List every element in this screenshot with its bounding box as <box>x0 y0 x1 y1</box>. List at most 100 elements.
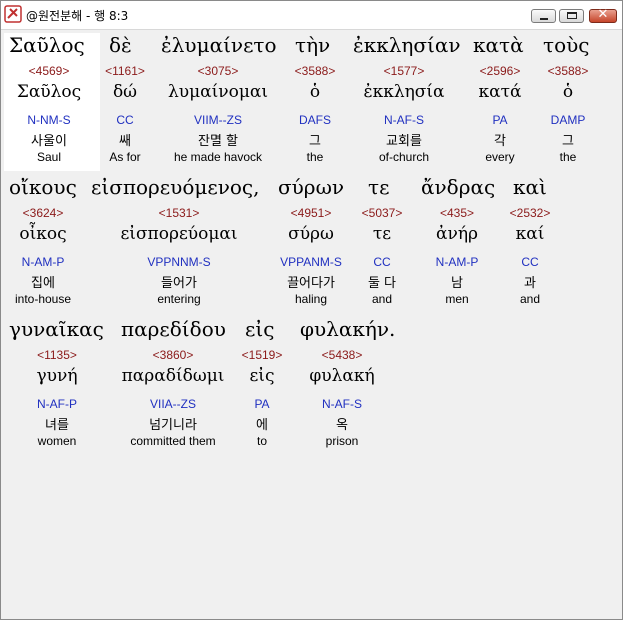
korean-gloss: 교회를 <box>386 134 422 149</box>
korean-gloss: 에 <box>256 418 268 433</box>
strong-number[interactable]: <2532> <box>510 206 551 220</box>
minimize-icon <box>540 18 548 20</box>
lemma: ἀνήρ <box>436 224 478 244</box>
interlinear-panel: Σαῦλος <4569> Σαῦλος N-NM-S 사울이 Saul δὲ … <box>3 31 618 617</box>
greek-word: κατὰ <box>473 33 524 57</box>
parsing-code[interactable]: N-AF-S <box>384 113 424 127</box>
english-gloss: the <box>559 150 577 164</box>
english-gloss: into-house <box>14 292 72 306</box>
korean-gloss: 과 <box>524 276 536 291</box>
korean-gloss: 각 <box>494 134 506 149</box>
english-gloss: the <box>306 150 324 164</box>
parsing-code[interactable]: VPPNNM-S <box>147 255 210 269</box>
greek-word: εἰς <box>245 317 275 341</box>
parsing-code[interactable]: CC <box>521 255 538 269</box>
parsing-code[interactable]: N-NM-S <box>27 113 70 127</box>
greek-word: δὲ <box>109 33 132 57</box>
app-icon <box>4 5 22 23</box>
lemma: ὁ <box>309 82 321 102</box>
lemma: σύρω <box>288 224 334 244</box>
greek-word: τοὺς <box>543 33 590 57</box>
app-window: @원전분해 - 행 8:3 ✕ Σαῦλος <4569> Σαῦλος N-N… <box>0 0 623 620</box>
greek-word: οἴκους <box>9 175 77 199</box>
english-gloss: entering <box>157 292 201 306</box>
strong-number[interactable]: <1519> <box>242 348 283 362</box>
parsing-code[interactable]: VIIM--ZS <box>194 113 242 127</box>
minimize-button[interactable] <box>531 9 556 23</box>
strong-number[interactable]: <1135> <box>37 348 77 362</box>
lemma: λυμαίνομαι <box>167 82 269 102</box>
parsing-code[interactable]: DAFS <box>299 113 331 127</box>
english-gloss: prison <box>325 434 359 448</box>
strong-number[interactable]: <3588> <box>548 64 589 78</box>
parsing-code[interactable]: N-AM-P <box>22 255 65 269</box>
lemma: ὁ <box>562 82 574 102</box>
strong-number[interactable]: <1161> <box>105 64 145 78</box>
parsing-code[interactable]: CC <box>116 113 133 127</box>
lemma: τε <box>372 224 392 244</box>
english-gloss: he made havock <box>173 150 263 164</box>
english-gloss: and <box>371 292 393 306</box>
strong-number[interactable]: <1577> <box>384 64 425 78</box>
strong-number[interactable]: <4569> <box>29 64 70 78</box>
greek-word: γυναῖκας <box>9 317 104 341</box>
korean-gloss: 끌어다가 <box>287 276 335 291</box>
greek-word: ἐλυμαίνετο <box>161 33 277 57</box>
greek-word: ἐκκλησίαν <box>353 33 461 57</box>
parsing-code[interactable]: DAMP <box>551 113 586 127</box>
parsing-code[interactable]: N-AM-P <box>436 255 479 269</box>
strong-number[interactable]: <3075> <box>198 64 239 78</box>
strong-number[interactable]: <4951> <box>291 206 332 220</box>
parsing-code[interactable]: VIIA--ZS <box>150 397 196 411</box>
lemma: καί <box>515 224 545 244</box>
lemma: κατά <box>478 82 522 102</box>
english-gloss: every <box>485 150 515 164</box>
greek-word: σύρων <box>278 175 345 199</box>
parsing-code[interactable]: PA <box>254 397 269 411</box>
maximize-icon <box>567 12 577 19</box>
lemma: γυνή <box>36 366 78 386</box>
parsing-code[interactable]: N-AF-P <box>37 397 77 411</box>
strong-number[interactable]: <435> <box>440 206 474 220</box>
greek-word: τε <box>368 175 390 199</box>
english-gloss: men <box>445 292 469 306</box>
strong-number[interactable]: <5438> <box>322 348 363 362</box>
korean-gloss: 쌔 <box>119 134 131 149</box>
lemma: ἐκκλησία <box>363 82 445 102</box>
korean-gloss: 사울이 <box>31 134 67 149</box>
lemma: παραδίδωμι <box>121 366 225 386</box>
lemma: εἰς <box>249 366 275 386</box>
close-button[interactable]: ✕ <box>589 7 617 23</box>
english-gloss: committed them <box>130 434 216 448</box>
english-gloss: As for <box>109 150 141 164</box>
korean-gloss: 그 <box>562 134 574 149</box>
lemma: δώ <box>112 82 138 102</box>
greek-word: παρεδίδου <box>121 317 226 341</box>
parsing-code[interactable]: VPPANM-S <box>280 255 342 269</box>
parsing-code[interactable]: CC <box>373 255 390 269</box>
korean-gloss: 녀를 <box>45 418 69 433</box>
lemma: φυλακή <box>309 366 375 386</box>
greek-word: φυλακήν. <box>300 317 396 341</box>
window-title: @원전분해 - 행 8:3 <box>26 9 129 23</box>
strong-number[interactable]: <1531> <box>159 206 200 220</box>
english-gloss: Saul <box>36 150 62 164</box>
title-bar[interactable]: @원전분해 - 행 8:3 ✕ <box>1 1 622 30</box>
parsing-code[interactable]: PA <box>492 113 507 127</box>
greek-word: τὴν <box>295 33 331 57</box>
strong-number[interactable]: <3588> <box>295 64 336 78</box>
english-gloss: women <box>37 434 77 448</box>
maximize-button[interactable] <box>559 9 584 23</box>
strong-number[interactable]: <3624> <box>23 206 64 220</box>
strong-number[interactable]: <5037> <box>362 206 403 220</box>
strong-number[interactable]: <2596> <box>480 64 521 78</box>
strong-number[interactable]: <3860> <box>153 348 194 362</box>
korean-gloss: 들어가 <box>161 276 197 291</box>
greek-word: Σαῦλος <box>9 33 85 57</box>
close-icon: ✕ <box>597 7 609 22</box>
korean-gloss: 옥 <box>336 418 348 433</box>
korean-gloss: 남 <box>451 276 463 291</box>
english-gloss: and <box>519 292 541 306</box>
parsing-code[interactable]: N-AF-S <box>322 397 362 411</box>
greek-word: ἄνδρας <box>421 175 496 199</box>
